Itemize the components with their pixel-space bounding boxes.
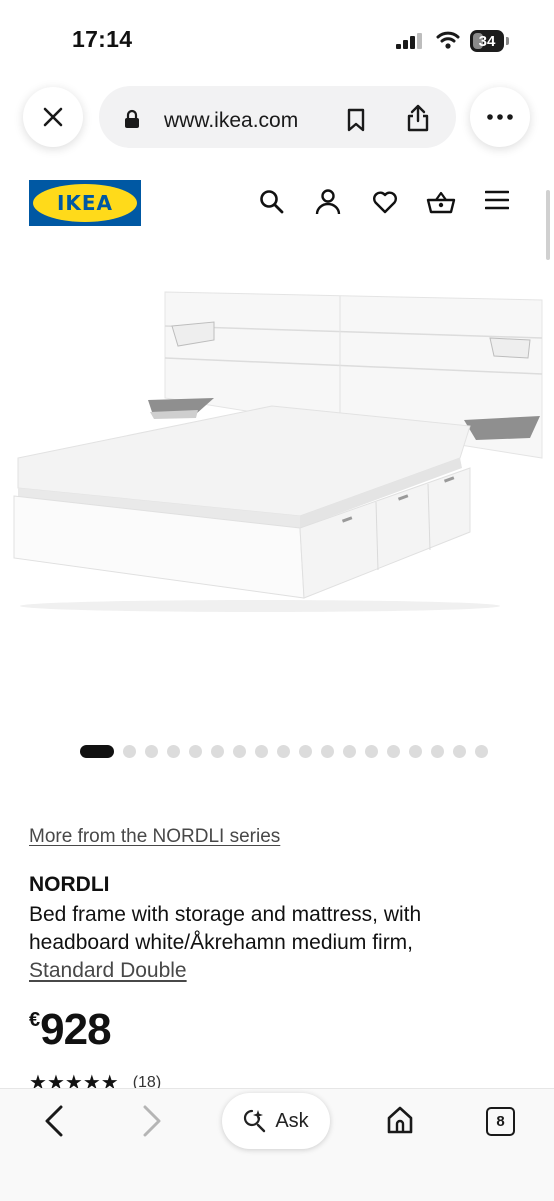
product-name: NORDLI: [29, 873, 110, 896]
carousel-dot[interactable]: [80, 744, 114, 758]
image-carousel-indicator[interactable]: [80, 744, 488, 758]
tab-count: 8: [496, 1113, 505, 1130]
product-rating[interactable]: ★★★★★ (18): [29, 1073, 161, 1089]
page-scrollbar[interactable]: [546, 190, 550, 260]
product-description-text: Bed frame with storage and mattress, wit…: [29, 903, 422, 954]
carousel-dot[interactable]: [475, 744, 488, 758]
star-icon: ★: [100, 1073, 119, 1089]
forward-icon[interactable]: [142, 1105, 162, 1137]
price-currency: €: [29, 1009, 41, 1031]
shopping-basket-icon[interactable]: [426, 189, 456, 215]
close-icon: [43, 107, 63, 127]
carousel-dot[interactable]: [409, 744, 422, 758]
series-link[interactable]: More from the NORDLI series: [29, 826, 280, 848]
battery-icon: 34: [470, 30, 504, 52]
carousel-dot[interactable]: [145, 744, 158, 758]
search-icon[interactable]: [259, 189, 285, 215]
address-bar[interactable]: www.ikea.com: [99, 86, 456, 148]
close-tab-button[interactable]: [23, 87, 83, 147]
carousel-dot[interactable]: [255, 744, 268, 758]
battery-level: 34: [478, 32, 496, 50]
battery-tip: [506, 37, 509, 45]
star-icon: ★: [64, 1073, 83, 1089]
share-icon[interactable]: [406, 104, 430, 132]
product-image-bed[interactable]: [0, 288, 554, 618]
star-icon: ★: [82, 1073, 101, 1089]
carousel-dot[interactable]: [453, 744, 466, 758]
product-size-link[interactable]: Standard Double: [29, 959, 187, 982]
logo-text: IKEA: [56, 191, 114, 215]
lock-icon: [125, 109, 139, 128]
wifi-icon: [436, 31, 460, 49]
sparkle-search-icon: [244, 1109, 266, 1133]
browser-toolbar: Ask 8: [0, 1088, 554, 1201]
bookmark-icon[interactable]: [346, 108, 366, 132]
back-icon[interactable]: [44, 1105, 64, 1137]
url-text: www.ikea.com: [164, 109, 299, 132]
tab-count-button[interactable]: 8: [486, 1107, 515, 1136]
more-options-button[interactable]: [470, 87, 530, 147]
star-icon: ★: [29, 1073, 47, 1089]
star-icon: ★: [46, 1073, 65, 1089]
account-icon[interactable]: [315, 189, 341, 215]
carousel-dot[interactable]: [299, 744, 312, 758]
carousel-dot[interactable]: [365, 744, 378, 758]
status-bar: 17:14 34: [0, 0, 554, 80]
menu-icon[interactable]: [485, 189, 509, 211]
product-description: Bed frame with storage and mattress, wit…: [29, 901, 519, 985]
home-icon[interactable]: [386, 1105, 414, 1135]
carousel-dot[interactable]: [189, 744, 202, 758]
rating-stars: ★★★★★: [29, 1073, 119, 1089]
price-amount: 928: [40, 1005, 111, 1054]
carousel-dot[interactable]: [343, 744, 356, 758]
ask-button[interactable]: Ask: [222, 1093, 330, 1149]
carousel-dot[interactable]: [431, 744, 444, 758]
heart-icon[interactable]: [372, 189, 398, 215]
carousel-dot[interactable]: [233, 744, 246, 758]
carousel-dot[interactable]: [387, 744, 400, 758]
carousel-dot[interactable]: [167, 744, 180, 758]
review-count: (18): [132, 1074, 162, 1089]
carousel-dot[interactable]: [123, 744, 136, 758]
carousel-dot[interactable]: [211, 744, 224, 758]
ellipsis-icon: [487, 114, 513, 120]
carousel-dot[interactable]: [321, 744, 334, 758]
ask-label: Ask: [275, 1109, 309, 1132]
cellular-signal-icon: [396, 33, 422, 49]
ikea-logo[interactable]: IKEA: [29, 180, 141, 226]
carousel-dot[interactable]: [277, 744, 290, 758]
product-price: €928: [29, 1005, 112, 1055]
status-time: 17:14: [72, 26, 133, 52]
